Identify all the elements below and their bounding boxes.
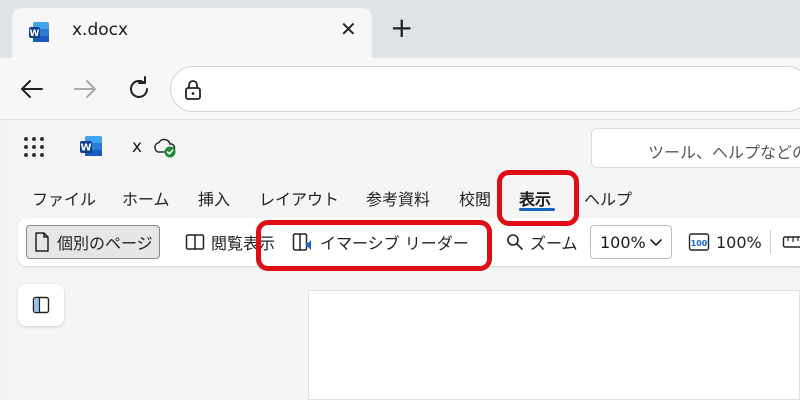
document-name[interactable]: x — [132, 137, 142, 157]
zoom-dropdown[interactable]: 100% — [590, 225, 672, 259]
immersive-reader-button[interactable]: イマーシブ リーダー — [286, 225, 475, 259]
search-placeholder: ツール、ヘルプなどの — [648, 143, 800, 162]
word-favicon-icon: W — [29, 22, 49, 42]
immersive-reader-icon — [292, 233, 311, 251]
tab-insert[interactable]: 挿入 — [198, 186, 230, 210]
reading-view-label: 閲覧表示 — [211, 234, 276, 253]
word-logo-icon: W — [80, 136, 102, 156]
book-icon — [185, 234, 205, 250]
immersive-reader-label: イマーシブ リーダー — [320, 234, 469, 253]
forward-icon[interactable] — [70, 74, 100, 104]
zoom-100-label: 100% — [716, 232, 762, 252]
lock-icon[interactable] — [183, 79, 203, 101]
svg-text:W: W — [30, 29, 40, 39]
plus-icon[interactable]: + — [390, 14, 413, 42]
toolbar-divider — [490, 230, 491, 254]
active-tab-indicator — [519, 208, 555, 211]
zoom-100-button[interactable]: 100 100% — [682, 225, 768, 259]
search-box[interactable]: ツール、ヘルプなどの — [591, 128, 800, 168]
cloud-synced-icon — [154, 138, 176, 158]
chevron-down-icon — [650, 239, 662, 246]
document-page[interactable] — [308, 290, 800, 400]
tab-layout[interactable]: レイアウト — [259, 186, 339, 210]
page-view-label: 個別のページ — [57, 234, 153, 253]
tab-help[interactable]: ヘルプ — [584, 186, 632, 210]
zoom-button[interactable]: ズーム — [500, 225, 584, 259]
browser-tab-strip: W x.docx ✕ + — [0, 0, 800, 58]
browser-toolbar — [0, 58, 800, 120]
navigation-pane-button[interactable] — [18, 284, 64, 326]
zoom-value: 100% — [600, 232, 646, 252]
word-app: W x ツール、ヘルプなどの ファイル ホーム 挿入 レイアウト 参考資料 校閲… — [8, 120, 800, 400]
view-toolbar: 個別のページ 閲覧表示 イマーシブ リーダー ズーム 100% 100 100% — [18, 218, 800, 266]
page-view-button[interactable]: 個別のページ — [26, 225, 160, 259]
toolbar-divider — [770, 230, 771, 254]
address-bar[interactable] — [170, 66, 800, 112]
zoom-100-icon: 100 — [688, 233, 710, 251]
svg-text:100: 100 — [691, 239, 708, 248]
back-icon[interactable] — [17, 74, 47, 104]
browser-tab[interactable]: W x.docx ✕ — [12, 8, 372, 58]
tab-home[interactable]: ホーム — [122, 186, 170, 210]
reading-view-button[interactable]: 閲覧表示 — [179, 225, 281, 259]
tab-title: x.docx — [72, 20, 129, 40]
app-header: W x ツール、ヘルプなどの — [8, 120, 800, 172]
magnifier-icon — [507, 234, 523, 250]
tab-references[interactable]: 参考資料 — [366, 186, 430, 210]
tab-review[interactable]: 校閲 — [459, 186, 491, 210]
svg-text:W: W — [80, 143, 91, 154]
tab-file[interactable]: ファイル — [32, 186, 96, 210]
close-icon[interactable]: ✕ — [340, 17, 357, 41]
tab-view[interactable]: 表示 — [519, 186, 551, 210]
ruler-icon[interactable] — [782, 232, 800, 252]
ribbon-tabs: ファイル ホーム 挿入 レイアウト 参考資料 校閲 表示 ヘルプ — [8, 176, 800, 216]
page-icon — [35, 232, 49, 252]
navigation-pane-icon — [32, 296, 50, 314]
zoom-label: ズーム — [530, 234, 578, 253]
refresh-icon[interactable] — [124, 74, 154, 104]
app-launcher-icon[interactable] — [24, 137, 44, 157]
